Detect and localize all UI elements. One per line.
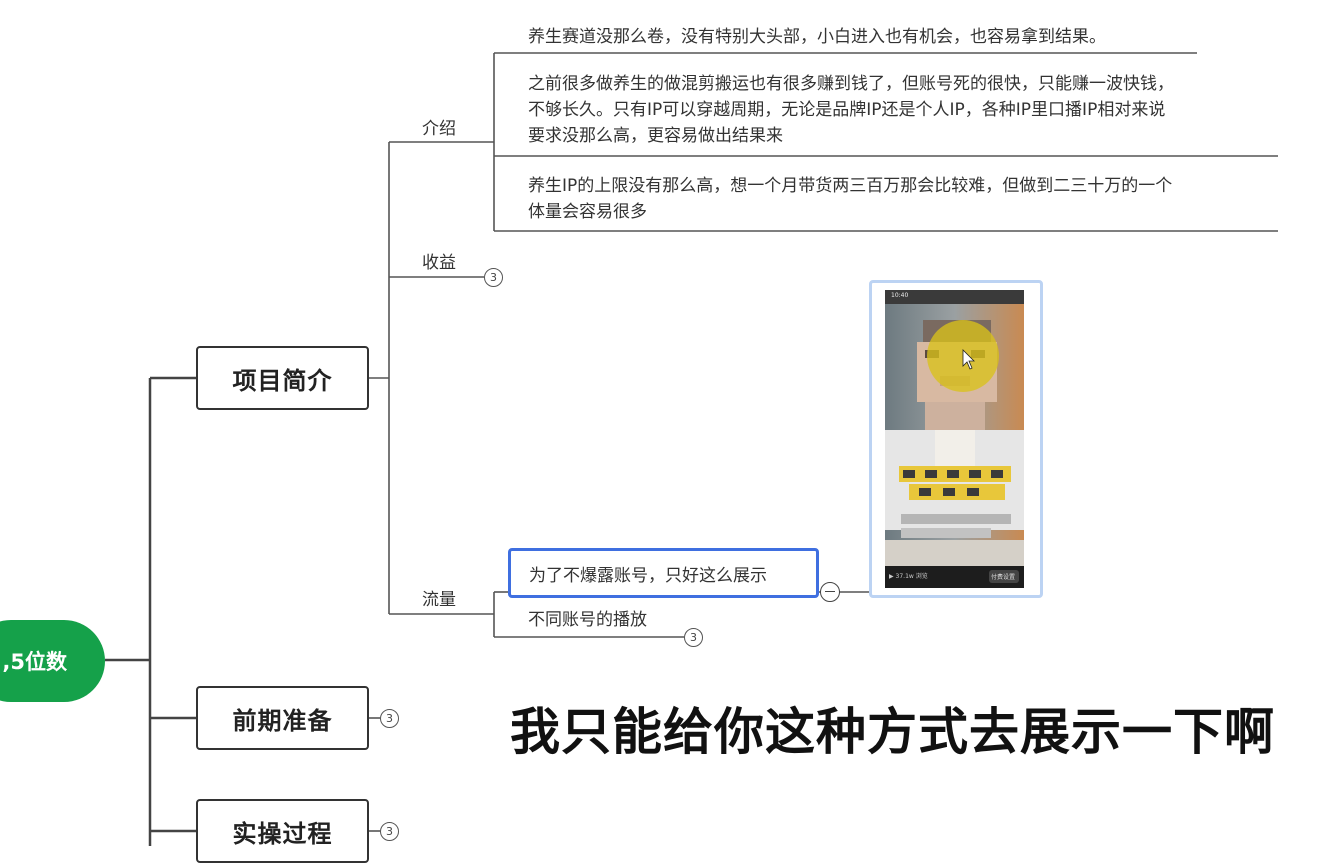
leaf-intro-1[interactable]: 养生赛道没那么卷，没有特别大头部，小白进入也有机会，也容易拿到结果。	[528, 24, 1228, 50]
topic-preparation-label: 前期准备	[232, 706, 333, 735]
blurred-video-preview	[885, 290, 1024, 588]
topic-project-intro-label: 项目简介	[232, 366, 333, 395]
expand-revenue-button[interactable]: 3	[484, 268, 503, 287]
leaf-traffic-playback[interactable]: 不同账号的播放	[528, 607, 647, 633]
root-topic-label: ,5位数	[2, 650, 67, 674]
leaf-traffic-selected[interactable]: 为了不爆露账号，只好这么展示	[508, 548, 819, 598]
topic-execution-label: 实操过程	[232, 819, 333, 848]
topic-project-intro[interactable]: 项目简介	[196, 346, 369, 410]
topic-execution[interactable]: 实操过程	[196, 799, 369, 863]
expand-preparation-button[interactable]: 3	[380, 709, 399, 728]
phone-action-label: 付费设置	[991, 574, 1016, 581]
phone-view-count: ▶ 37.1w 浏览	[889, 573, 928, 580]
expand-playback-button[interactable]: 3	[684, 628, 703, 647]
subtopic-traffic[interactable]: 流量	[422, 585, 456, 610]
leaf-intro-2[interactable]: 之前很多做养生的做混剪搬运也有很多赚到钱了，但账号死的很快，只能赚一波快钱， 不…	[528, 71, 1268, 149]
phone-screenshot-image: 10:40 ▶ 37.1w 浏览 付费设置	[885, 290, 1024, 588]
root-topic[interactable]: ,5位数	[0, 620, 105, 702]
topic-preparation[interactable]: 前期准备	[196, 686, 369, 750]
leaf-intro-3[interactable]: 养生IP的上限没有那么高，想一个月带货两三百万那会比较难，但做到二三十万的一个 …	[528, 173, 1268, 225]
video-subtitle: 我只能给你这种方式去展示一下啊	[510, 703, 1275, 761]
collapse-traffic-leaf-button[interactable]	[820, 582, 840, 602]
subtopic-intro[interactable]: 介绍	[422, 114, 456, 139]
phone-status-time: 10:40	[891, 292, 909, 299]
expand-execution-button[interactable]: 3	[380, 822, 399, 841]
subtopic-revenue[interactable]: 收益	[422, 248, 456, 273]
